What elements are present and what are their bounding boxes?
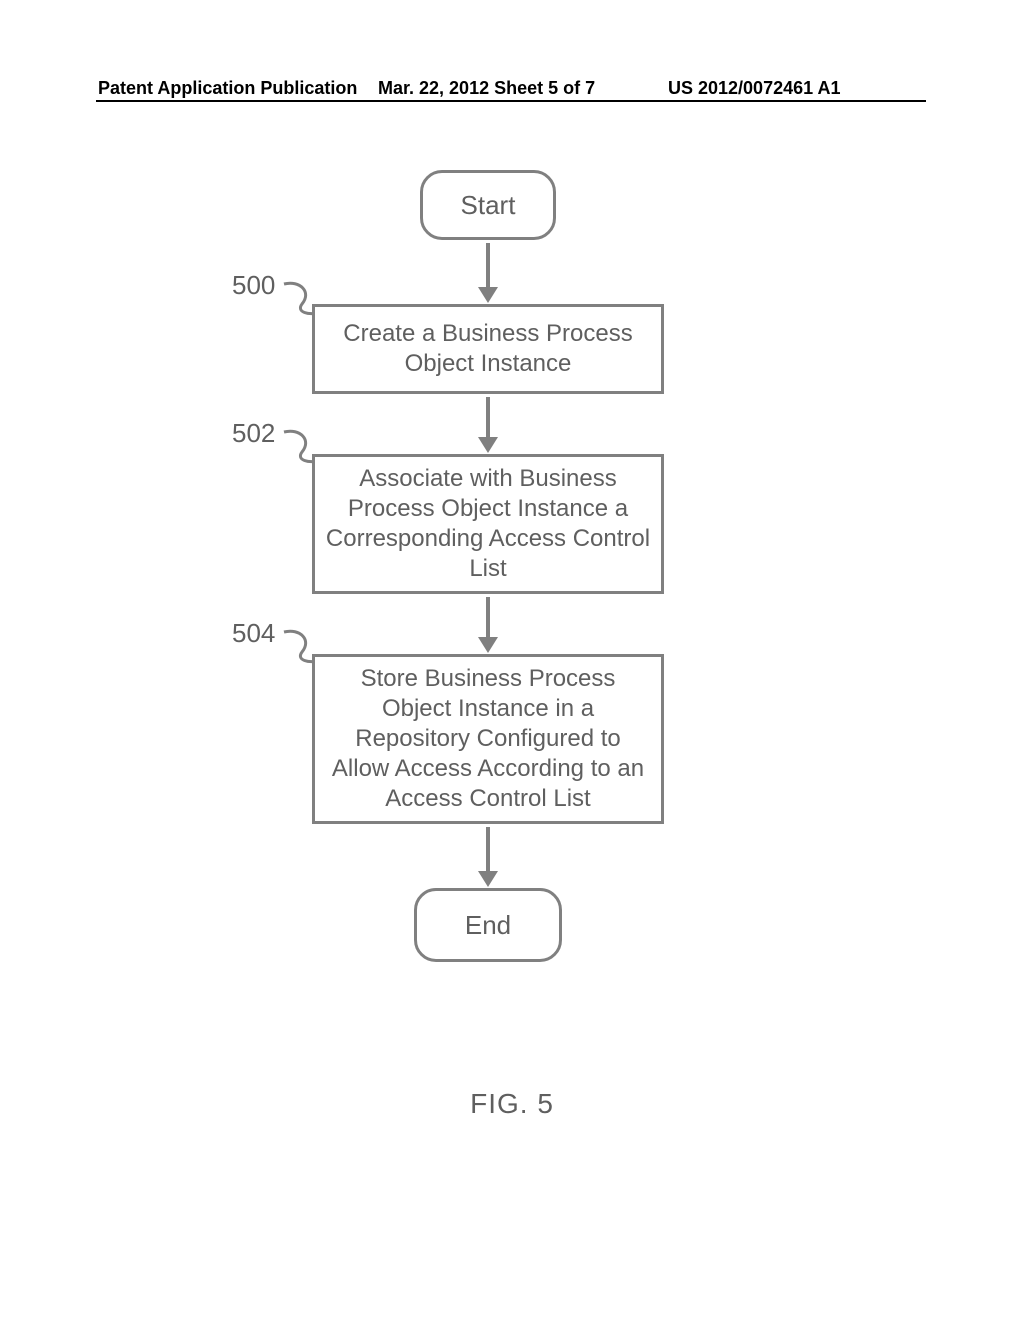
step-500: Create a Business Process Object Instanc… <box>312 304 664 394</box>
flow-end-label: End <box>465 910 511 941</box>
step-504-text: Store Business Process Object Instance i… <box>325 664 651 814</box>
ref-500: 500 <box>232 270 275 301</box>
header-left: Patent Application Publication <box>98 78 357 99</box>
ref-504: 504 <box>232 618 275 649</box>
step-502-text: Associate with Business Process Object I… <box>325 464 651 584</box>
header-rule <box>96 100 926 102</box>
header-middle: Mar. 22, 2012 Sheet 5 of 7 <box>378 78 595 99</box>
flow-start-terminal: Start <box>420 170 556 240</box>
step-504: Store Business Process Object Instance i… <box>312 654 664 824</box>
step-502: Associate with Business Process Object I… <box>312 454 664 594</box>
flow-start-label: Start <box>461 190 516 221</box>
page: Patent Application Publication Mar. 22, … <box>0 0 1024 1320</box>
header-right: US 2012/0072461 A1 <box>668 78 840 99</box>
flow-end-terminal: End <box>414 888 562 962</box>
figure-caption: FIG. 5 <box>0 1088 1024 1120</box>
ref-502: 502 <box>232 418 275 449</box>
step-500-text: Create a Business Process Object Instanc… <box>325 319 651 379</box>
